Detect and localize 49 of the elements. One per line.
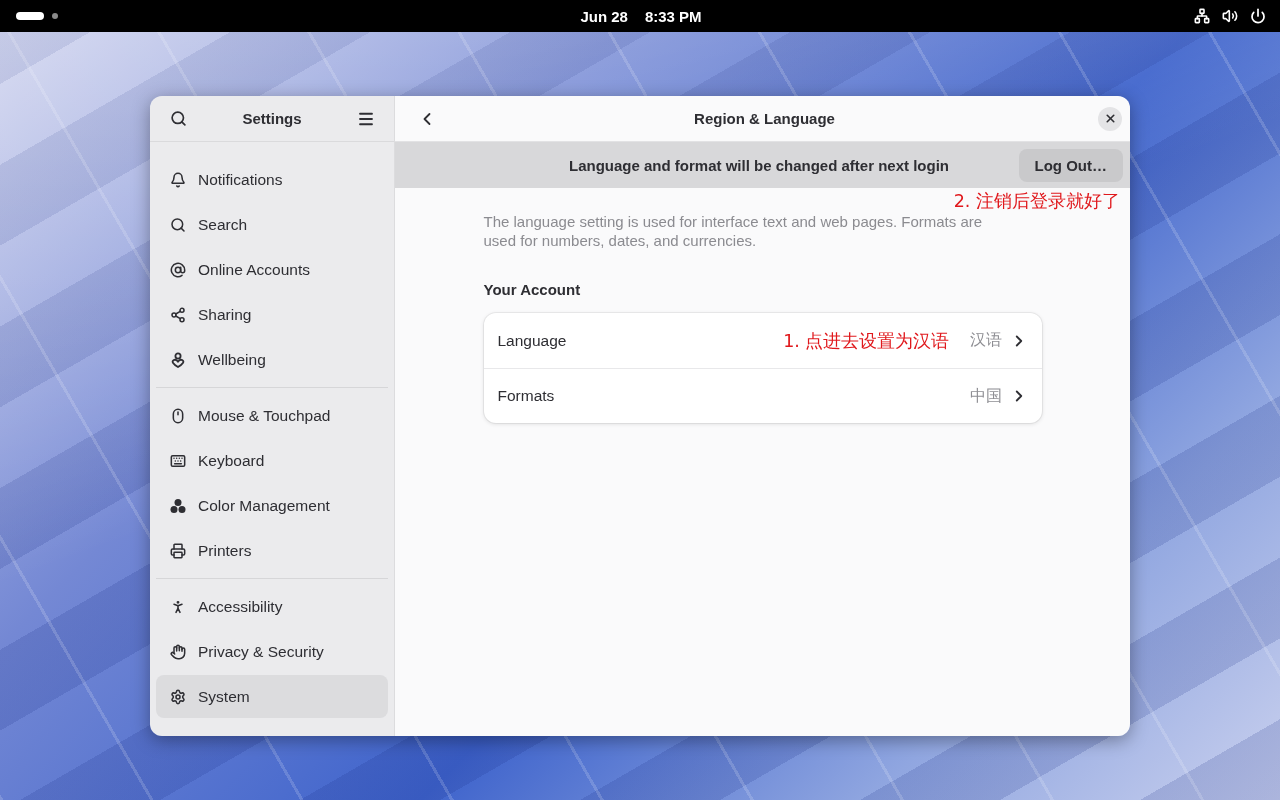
row-value: 汉语 [969, 330, 1002, 350]
sidebar-item[interactable]: Printers [156, 529, 388, 572]
time-label: 8:33 PM [644, 7, 702, 25]
description-text: The language setting is used for interface text and web pages. Formats are used for numbers, dates, and currencies. [483, 212, 984, 250]
printer-icon [170, 542, 186, 559]
search-icon [170, 216, 186, 233]
at-sign-icon [170, 261, 186, 278]
close-button[interactable] [1098, 106, 1122, 131]
workspace-indicator[interactable] [16, 12, 44, 20]
row-label: Formats [497, 387, 556, 405]
sidebar-item[interactable]: Mouse & Touchpad [156, 394, 388, 437]
sidebar-item[interactable]: Search [156, 203, 388, 246]
sidebar-item[interactable]: Accessibility [156, 585, 388, 628]
sidebar-item[interactable]: Notifications [156, 158, 388, 201]
section-heading: Your Account [483, 280, 582, 299]
volume-icon[interactable] [1222, 8, 1238, 24]
sidebar-title: Settings [242, 110, 302, 127]
settings-icon [170, 688, 186, 705]
sidebar-item[interactable]: Privacy & Security [156, 630, 388, 673]
banner-message: Language and format will be changed after next login [568, 156, 949, 174]
sidebar-item[interactable]: Keyboard [156, 439, 388, 482]
row-label: Language [497, 331, 568, 350]
settings-row[interactable]: Language 1. 点进去设置为汉语 汉语 [483, 313, 1042, 368]
person-heart-icon [170, 351, 186, 368]
person-icon [170, 598, 186, 615]
search-icon [169, 110, 187, 127]
log-out-button[interactable]: Log Out… [1018, 148, 1123, 182]
network-icon[interactable] [1194, 8, 1210, 24]
annotation-text: 2. 注销后登录就好了 [953, 191, 1120, 210]
three-circles-icon [170, 497, 186, 514]
close-icon [1103, 112, 1117, 125]
mouse-icon [170, 407, 186, 424]
settings-row[interactable]: Formats 中国 [483, 368, 1042, 423]
sidebar-item[interactable]: Color Management [156, 484, 388, 527]
power-icon[interactable] [1250, 8, 1266, 24]
sidebar-item[interactable]: Online Accounts [156, 248, 388, 291]
workspace-indicator[interactable] [52, 13, 58, 19]
annotation-text: 1. 点进去设置为汉语 [783, 330, 950, 351]
keyboard-icon [170, 452, 186, 469]
share-icon [170, 306, 186, 323]
row-value: 中国 [969, 385, 1002, 406]
sidebar-item[interactable]: Wellbeing [156, 338, 388, 381]
date-label: Jun 28 [580, 7, 628, 25]
page-title: Region & Language [694, 110, 835, 127]
search-button[interactable] [169, 110, 187, 127]
sidebar-item[interactable]: System [156, 675, 388, 718]
sidebar-item[interactable]: Sharing [156, 293, 388, 336]
hand-icon [170, 643, 186, 660]
bell-icon [170, 171, 186, 188]
